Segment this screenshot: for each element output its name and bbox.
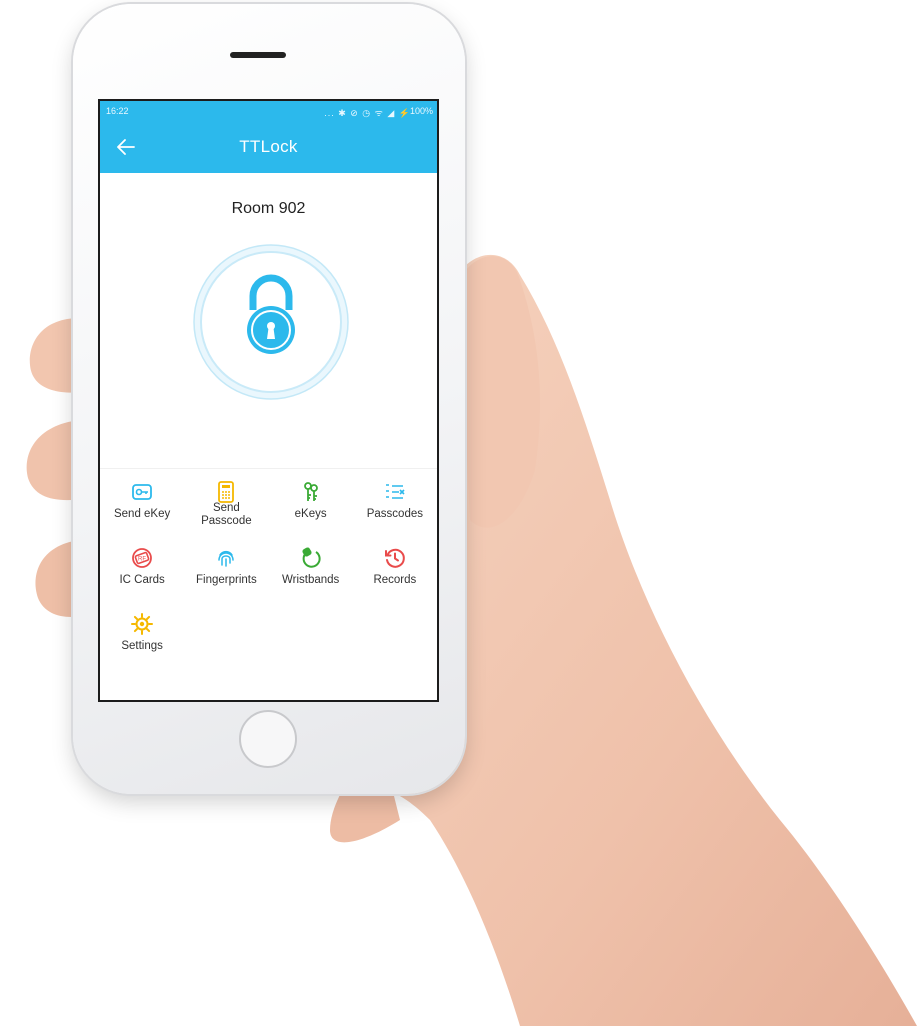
app-screen: 16:22 ... ✱ ⊘ ◷ ᯤ ◢ ⚡ 100% TTLock Room 9… (98, 99, 439, 702)
status-icons: ... ✱ ⊘ ◷ ᯤ ◢ ⚡ (324, 108, 411, 118)
room-name: Room 902 (231, 200, 306, 217)
records-label: Records (373, 574, 417, 586)
ekeys-label: eKeys (294, 508, 327, 520)
passcodes-label: Passcodes (366, 508, 423, 520)
phone-frame: 16:22 ... ✱ ⊘ ◷ ᯤ ◢ ⚡ 100% TTLock Room 9… (73, 4, 465, 794)
battery-level: 100% (409, 106, 433, 116)
send-ekey-label: Send eKey (113, 508, 171, 520)
gear-icon (130, 612, 154, 636)
padlock-icon (193, 244, 349, 400)
send-passcode-label: Send Passcode (201, 502, 252, 527)
wristbands-label: Wristbands (281, 574, 340, 586)
feature-grid: Send eKey Send Passcode eKeys Passcodes … (100, 474, 437, 668)
fingerprints-label: Fingerprints (196, 574, 257, 586)
status-time: 16:22 (106, 106, 129, 116)
wristband-icon (299, 546, 323, 570)
app-bar: TTLock (100, 123, 437, 173)
page-title: TTLock (239, 137, 298, 156)
rf-card-icon: RF (130, 546, 154, 570)
unlock-button[interactable] (193, 244, 349, 400)
send-ekey-icon (130, 480, 154, 504)
status-bar: 16:22 ... ✱ ⊘ ◷ ᯤ ◢ ⚡ 100% (100, 101, 437, 123)
fingerprint-icon (214, 546, 238, 570)
send-passcode-button[interactable]: Send Passcode (184, 474, 268, 536)
keys-icon (299, 480, 323, 504)
ekeys-button[interactable]: eKeys (269, 474, 353, 536)
ic-cards-button[interactable]: RF IC Cards (100, 540, 184, 602)
keypad-icon (214, 480, 238, 504)
home-button[interactable] (239, 710, 297, 768)
earpiece-speaker (230, 52, 286, 58)
wristbands-button[interactable]: Wristbands (269, 540, 353, 602)
section-divider (100, 468, 437, 469)
history-icon (383, 546, 407, 570)
records-button[interactable]: Records (353, 540, 437, 602)
settings-button[interactable]: Settings (100, 606, 184, 668)
passcodes-button[interactable]: Passcodes (353, 474, 437, 536)
fingerprints-button[interactable]: Fingerprints (184, 540, 268, 602)
passcode-list-icon (383, 480, 407, 504)
ic-cards-label: IC Cards (119, 574, 165, 586)
svg-text:RF: RF (138, 557, 146, 563)
send-ekey-button[interactable]: Send eKey (100, 474, 184, 536)
settings-label: Settings (121, 640, 163, 652)
